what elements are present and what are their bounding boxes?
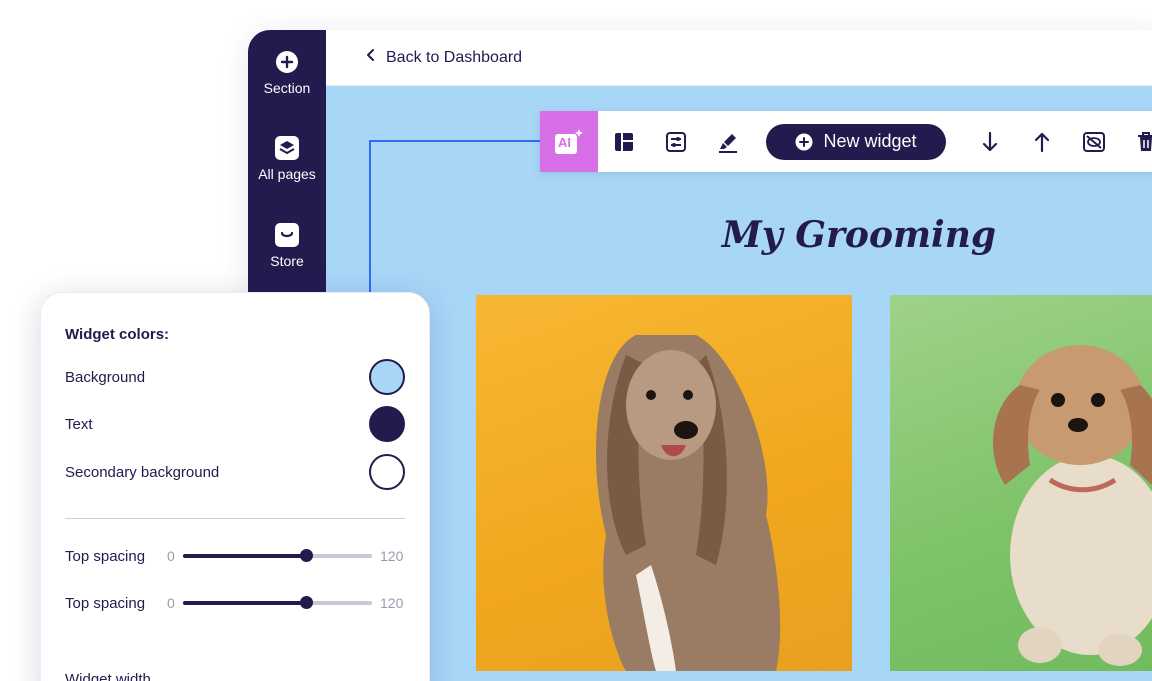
slider-handle[interactable]	[299, 596, 313, 609]
color-label: Background	[65, 368, 146, 386]
plus-circle-icon	[275, 50, 299, 74]
sidebar-item-store[interactable]: Store	[248, 223, 326, 269]
sidebar-item-section[interactable]: Section	[248, 50, 326, 96]
back-label: Back to Dashboard	[386, 48, 523, 66]
layers-icon	[275, 136, 299, 160]
sliders-icon	[666, 131, 686, 152]
slider-min: 0	[167, 595, 175, 611]
slider-track[interactable]	[183, 596, 372, 609]
plus-circle-icon	[795, 133, 813, 150]
dog-illustration	[596, 335, 781, 671]
ai-button[interactable]: AI	[540, 111, 598, 172]
sidebar-item-label: All pages	[258, 166, 316, 182]
delete-button[interactable]	[1120, 111, 1152, 172]
page-title[interactable]: My Grooming	[476, 214, 1152, 256]
selection-connector	[369, 141, 371, 301]
slider-max: 120	[380, 548, 404, 564]
selection-connector	[369, 140, 541, 142]
bag-icon	[275, 223, 299, 247]
hide-button[interactable]	[1068, 111, 1120, 172]
move-up-button[interactable]	[1016, 111, 1068, 172]
settings-button[interactable]	[650, 111, 702, 172]
layout-button[interactable]	[598, 111, 650, 172]
color-label: Secondary background	[65, 463, 220, 481]
gallery-image-dog-2[interactable]	[890, 295, 1152, 671]
color-label: Text	[65, 415, 93, 433]
slider-handle[interactable]	[299, 549, 313, 562]
move-down-button[interactable]	[964, 111, 1016, 172]
slider-fill	[183, 554, 306, 558]
slider-track[interactable]	[183, 549, 372, 562]
arrow-down-icon	[982, 131, 998, 151]
panel-title: Widget colors:	[65, 326, 170, 343]
ai-label: AI	[558, 135, 571, 150]
color-row-background: Background	[65, 359, 405, 395]
divider	[65, 518, 405, 519]
color-swatch-secondary-background[interactable]	[369, 454, 405, 490]
slider-min: 0	[167, 548, 175, 564]
sidebar-item-label: Section	[263, 80, 311, 96]
new-widget-button[interactable]: New widget	[766, 123, 946, 160]
slider-label: Top spacing	[65, 547, 146, 565]
arrow-up-icon	[1034, 132, 1050, 152]
widget-width-label: Widget width	[65, 671, 151, 681]
color-swatch-text[interactable]	[369, 406, 405, 442]
sidebar-item-label: Store	[270, 253, 304, 269]
eye-off-icon	[1083, 131, 1105, 152]
slider-top-spacing: Top spacing 0 120	[65, 591, 405, 615]
chevron-left-icon	[366, 48, 376, 67]
slider-max: 120	[380, 595, 404, 611]
color-swatch-background[interactable]	[369, 359, 405, 395]
color-row-secondary-background: Secondary background	[65, 454, 405, 490]
topbar: Back to Dashboard	[326, 30, 1152, 86]
layout-icon	[615, 132, 633, 151]
slider-label: Top spacing	[65, 594, 146, 612]
back-to-dashboard-link[interactable]: Back to Dashboard	[366, 48, 522, 67]
brush-icon	[719, 133, 737, 153]
new-widget-label: New widget	[823, 131, 917, 151]
color-row-text: Text	[65, 406, 405, 442]
style-button[interactable]	[702, 111, 754, 172]
widget-colors-panel: Widget colors: Background Text Secondary…	[40, 292, 430, 681]
trash-icon	[1138, 131, 1152, 151]
dog-illustration	[993, 345, 1152, 666]
widget-toolbar: AI New widget	[540, 111, 1152, 172]
gallery-image-dog-1[interactable]	[476, 295, 852, 671]
slider-fill	[183, 601, 306, 605]
sidebar-item-all-pages[interactable]: All pages	[248, 136, 326, 182]
slider-top-spacing: Top spacing 0 120	[65, 544, 405, 568]
